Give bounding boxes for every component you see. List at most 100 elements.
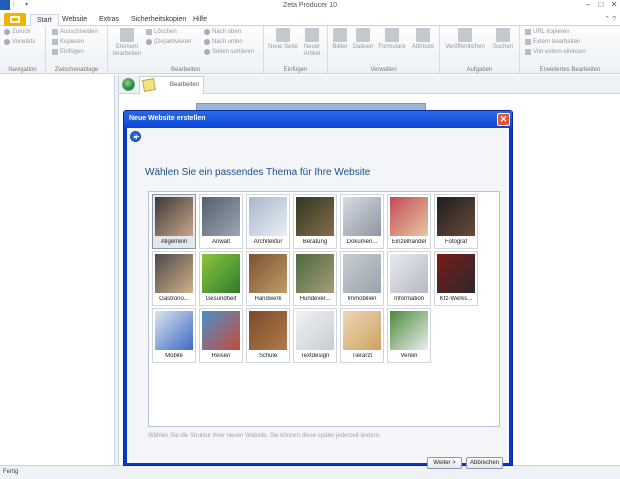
close-window-icon[interactable]: ✕ [608,0,620,9]
theme-tierarzt[interactable]: Tierarzt [340,308,384,363]
dialog-close-icon[interactable]: ✕ [497,113,510,126]
maximize-icon[interactable]: □ [595,0,607,9]
theme-textdesign[interactable]: Textdesign [293,308,337,363]
theme-kfz-werks[interactable]: Kfz-Werks... [434,251,478,306]
dialog-title-bar: Neue Website erstellen ✕ [124,111,512,128]
sort-pages-button[interactable]: Seiten sortieren [204,49,254,55]
theme-einzelhandel[interactable]: Einzelhandel [387,194,431,249]
theme-image [390,197,428,236]
external-edit-label: Extern bearbeiten [533,39,581,45]
paste-button[interactable]: Einfügen [52,49,84,55]
theme-beratung[interactable]: Beratung [293,194,337,249]
theme-dokumen[interactable]: Dokumen... [340,194,384,249]
tab-sicherheitskopien[interactable]: Sicherheitskopien [125,14,192,26]
deactivate-button[interactable]: (De)aktivieren [146,39,191,45]
edit-element-button[interactable]: Element bearbeiten [112,28,142,58]
images-button[interactable]: Bilder [331,28,349,51]
theme-schule[interactable]: Schule [246,308,290,363]
tab-hilfe[interactable]: Hilfe [187,14,213,26]
theme-label: Gesundheit [205,296,237,302]
theme-immobilien[interactable]: Immobilien [340,251,384,306]
theme-reisen[interactable]: Reisen [199,308,243,363]
forms-icon [385,28,399,42]
forms-button[interactable]: Formulare [377,28,407,51]
move-up-button[interactable]: Nach oben [204,29,241,35]
delete-button[interactable]: Löschen [146,29,177,35]
delete-icon [146,29,152,35]
group-advanced: URL kopieren Extern bearbeiten Von exter… [520,26,620,74]
theme-fotograf[interactable]: Fotograf [434,194,478,249]
title-bar: | ▾ Zeta Producer 10 – □ ✕ [0,0,620,12]
group-tasks: Veröffentlichen Suchen Aufgaben [440,26,520,74]
paste-label: Einfügen [60,49,84,55]
tab-website[interactable]: Website [56,14,93,26]
pencil-icon [120,28,134,42]
minimize-icon[interactable]: – [582,0,594,9]
theme-image [155,197,193,236]
copy-url-button[interactable]: URL kopieren [525,29,569,35]
back-circle-icon[interactable] [130,131,141,142]
theme-image [202,311,240,350]
ribbon: Zurück Vorwärts Navigation Ausschneiden … [0,26,620,74]
forward-button[interactable]: Vorwärts [4,39,35,45]
theme-verein[interactable]: Verein [387,308,431,363]
theme-information[interactable]: Information [387,251,431,306]
theme-label: Gastrono... [159,296,189,302]
theme-label: Anwalt [211,239,230,245]
copy-icon [52,39,58,45]
new-article-button[interactable]: Neuer Artikel [300,28,324,58]
attributes-button[interactable]: Attribute [410,28,436,51]
theme-hundever[interactable]: Hundever... [293,251,337,306]
theme-architektur[interactable]: Architektur [246,194,290,249]
arrow-down-icon [204,39,210,45]
group-label-clipboard: Zwischenablage [54,67,99,73]
external-import-button[interactable]: Von extern einlesen [525,49,586,55]
file-icon [10,16,20,23]
new-page-button[interactable]: Neue Seite [267,28,299,51]
cancel-button[interactable]: Abbrechen [466,457,503,469]
files-label: Dateien [352,44,374,50]
theme-label: Einzelhandel [391,239,427,245]
theme-allgemein[interactable]: Allgemein [152,194,196,249]
copy-button[interactable]: Kopieren [52,39,84,45]
theme-image [202,197,240,236]
theme-handwerk[interactable]: Handwerk [246,251,290,306]
theme-label: Reisen [211,353,231,359]
cut-button[interactable]: Ausschneiden [52,29,98,35]
sort-icon [204,49,210,55]
theme-label: Hundever... [299,296,331,302]
globe-icon[interactable] [122,78,135,91]
theme-image [343,254,381,293]
publish-button[interactable]: Veröffentlichen [444,28,486,51]
theme-image [249,254,287,293]
publish-icon [458,28,472,42]
theme-anwalt[interactable]: Anwalt [199,194,243,249]
tab-bearbeiten-label: Bearbeiten [170,82,200,88]
tab-bearbeiten[interactable]: Bearbeiten [139,76,204,94]
group-label-navigation: Navigation [8,67,37,73]
theme-gesundheit[interactable]: Gesundheit [199,251,243,306]
theme-label: Fotograf [444,239,468,245]
sort-pages-label: Seiten sortieren [212,49,255,55]
dialog-hint: Wählen Sie die Struktur Ihrer neuen Webs… [148,433,381,439]
back-button[interactable]: Zurück [4,29,30,35]
next-button[interactable]: Weiter > [427,457,462,469]
external-edit-button[interactable]: Extern bearbeiten [525,39,580,45]
file-menu-button[interactable] [4,13,26,26]
group-insert: Neue Seite Neuer Artikel Einfügen [264,26,328,74]
link-icon [525,29,531,35]
files-button[interactable]: Dateien [351,28,375,51]
search-button[interactable]: Suchen [490,28,516,51]
move-down-button[interactable]: Nach unten [204,39,243,45]
search-label: Suchen [492,44,514,50]
theme-gastrono[interactable]: Gastrono... [152,251,196,306]
status-text: Fertig [3,469,19,475]
tab-extras[interactable]: Extras [93,14,125,26]
theme-mobile[interactable]: Mobile [152,308,196,363]
theme-label: Kfz-Werks... [439,296,473,302]
site-tree-panel[interactable] [0,75,115,465]
tab-start[interactable]: Start [30,14,59,26]
copy-url-label: URL kopieren [533,29,570,35]
ribbon-minimize-icon[interactable]: ⌃ ? [604,15,616,23]
move-down-label: Nach unten [212,39,243,45]
